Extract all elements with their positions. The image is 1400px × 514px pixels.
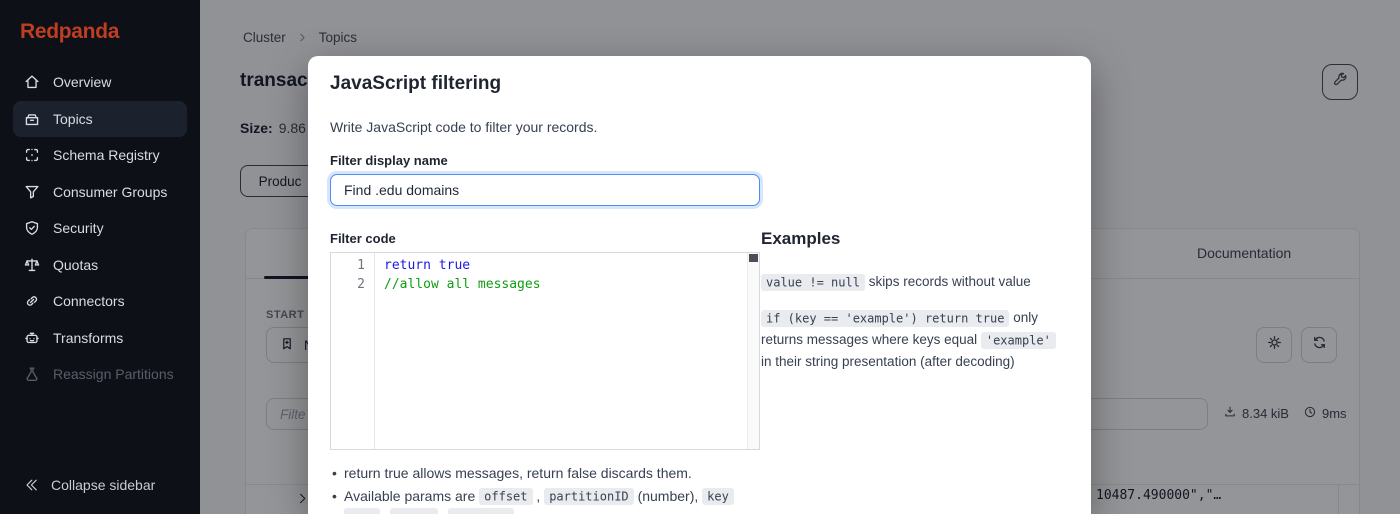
sidebar-item-label: Overview [53, 74, 111, 90]
editor-gutter: 12 [331, 253, 375, 449]
sidebar-item-label: Reassign Partitions [53, 366, 174, 382]
code-chip: 'example' [981, 332, 1056, 349]
sidebar-item-label: Topics [53, 111, 93, 127]
sidebar-item-topics[interactable]: Topics [13, 101, 187, 138]
sidebar-nav: Overview Topics Schema Registry Consumer Gr… [0, 64, 200, 393]
code-editor[interactable]: 12 return true//allow all messages [330, 252, 760, 450]
filter-name-input[interactable] [330, 174, 760, 206]
example-item: if (key == 'example') return true only r… [761, 307, 1061, 372]
sidebar-item-security[interactable]: Security [13, 210, 187, 247]
topics-icon [23, 110, 41, 128]
flask-icon [23, 365, 41, 383]
modal-title: JavaScript filtering [330, 73, 501, 95]
modal-subtitle: Write JavaScript code to filter your rec… [330, 119, 597, 135]
clipped-code-chip [344, 508, 380, 514]
sidebar-item-label: Connectors [53, 293, 125, 309]
app-root: Redpanda Overview Topics Schema Registry Co… [0, 0, 1400, 514]
code-line: return true [384, 257, 747, 276]
text-segment: Available params are [344, 488, 479, 504]
sidebar: Redpanda Overview Topics Schema Registry Co… [0, 0, 200, 514]
collapse-sidebar-label: Collapse sidebar [51, 477, 155, 493]
note-item [330, 508, 1075, 514]
editor-code[interactable]: return true//allow all messages [375, 253, 747, 449]
collapse-sidebar-button[interactable]: Collapse sidebar [13, 468, 187, 502]
robot-icon [23, 329, 41, 347]
text-segment: return true allows messages, return fals… [344, 465, 692, 481]
examples-list: value != null skips records without valu… [761, 271, 1061, 372]
sidebar-item-label: Quotas [53, 257, 98, 273]
text-segment: (number), [638, 488, 703, 504]
text-segment: skips records without value [869, 274, 1031, 289]
funnel-icon [23, 183, 41, 201]
schema-icon [23, 146, 41, 164]
note-item: return true allows messages, return fals… [330, 462, 1075, 485]
shield-icon [23, 219, 41, 237]
editor-scrollbar-thumb[interactable] [749, 254, 758, 262]
sidebar-item-transforms[interactable]: Transforms [13, 320, 187, 357]
examples-panel: Examples value != null skips records wit… [761, 229, 1061, 386]
note-item: Available params are offset , partitionI… [330, 485, 1075, 509]
redpanda-logo: Redpanda [0, 0, 200, 44]
sidebar-item-schema-registry[interactable]: Schema Registry [13, 137, 187, 174]
code-chip: if (key == 'example') return true [761, 310, 1009, 327]
scales-icon [23, 256, 41, 274]
examples-heading: Examples [761, 229, 1061, 249]
code-chip: key [702, 488, 734, 505]
line-number: 2 [331, 276, 365, 295]
clipped-code-chip [390, 508, 438, 514]
example-item: value != null skips records without valu… [761, 271, 1061, 293]
home-icon [23, 73, 41, 91]
filter-code-label: Filter code [330, 231, 396, 246]
modal-notes: return true allows messages, return fals… [330, 462, 1075, 514]
clipped-code-chip [448, 508, 514, 514]
sidebar-item-label: Schema Registry [53, 147, 160, 163]
sidebar-item-label: Consumer Groups [53, 184, 167, 200]
sidebar-item-quotas[interactable]: Quotas [13, 247, 187, 284]
text-segment: in their string presentation (after deco… [761, 354, 1015, 369]
filter-name-label: Filter display name [330, 153, 448, 168]
sidebar-item-label: Transforms [53, 330, 123, 346]
link-icon [23, 292, 41, 310]
sidebar-item-label: Security [53, 220, 104, 236]
line-number: 1 [331, 257, 365, 276]
code-chip: value != null [761, 274, 865, 291]
double-chevron-left-icon [23, 477, 39, 493]
editor-scrollbar[interactable] [747, 253, 759, 449]
sidebar-item-reassign-partitions: Reassign Partitions [13, 356, 187, 393]
javascript-filtering-modal: JavaScript filtering Write JavaScript co… [308, 56, 1091, 514]
sidebar-item-overview[interactable]: Overview [13, 64, 187, 101]
sidebar-item-consumer-groups[interactable]: Consumer Groups [13, 174, 187, 211]
code-line: //allow all messages [384, 276, 747, 295]
sidebar-item-connectors[interactable]: Connectors [13, 283, 187, 320]
code-chip: offset [479, 488, 532, 505]
code-chip: partitionID [544, 488, 633, 505]
